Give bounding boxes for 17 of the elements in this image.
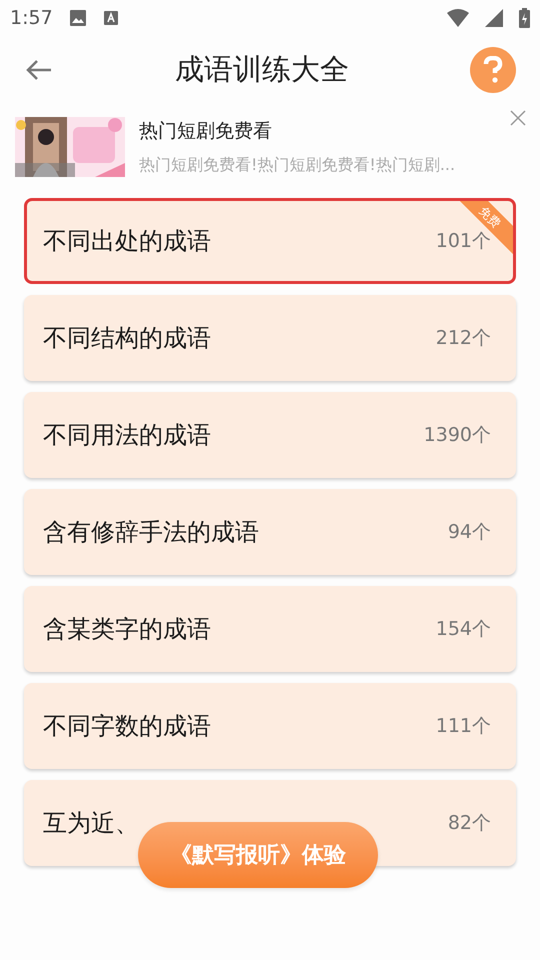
category-name: 不同字数的成语 — [43, 711, 212, 742]
ad-description: 热门短剧免费看!热门短剧免费看!热门短剧... — [139, 154, 456, 176]
category-name: 不同出处的成语 — [43, 226, 212, 257]
category-count: 94个 — [448, 520, 491, 545]
category-name: 不同结构的成语 — [43, 323, 212, 354]
category-name: 含某类字的成语 — [43, 614, 212, 645]
category-count: 154个 — [436, 616, 491, 642]
category-name: 互为近、 — [43, 808, 140, 839]
status-time: 1:57 — [10, 6, 53, 31]
category-name: 不同用法的成语 — [43, 420, 212, 451]
category-count: 1390个 — [424, 422, 491, 448]
category-count: 111个 — [436, 714, 491, 739]
page-title: 成语训练大全 — [174, 51, 350, 88]
category-name: 含有修辞手法的成语 — [43, 517, 260, 548]
category-count: 82个 — [448, 810, 491, 836]
category-count: 101个 — [436, 228, 491, 254]
category-count: 212个 — [436, 326, 491, 351]
